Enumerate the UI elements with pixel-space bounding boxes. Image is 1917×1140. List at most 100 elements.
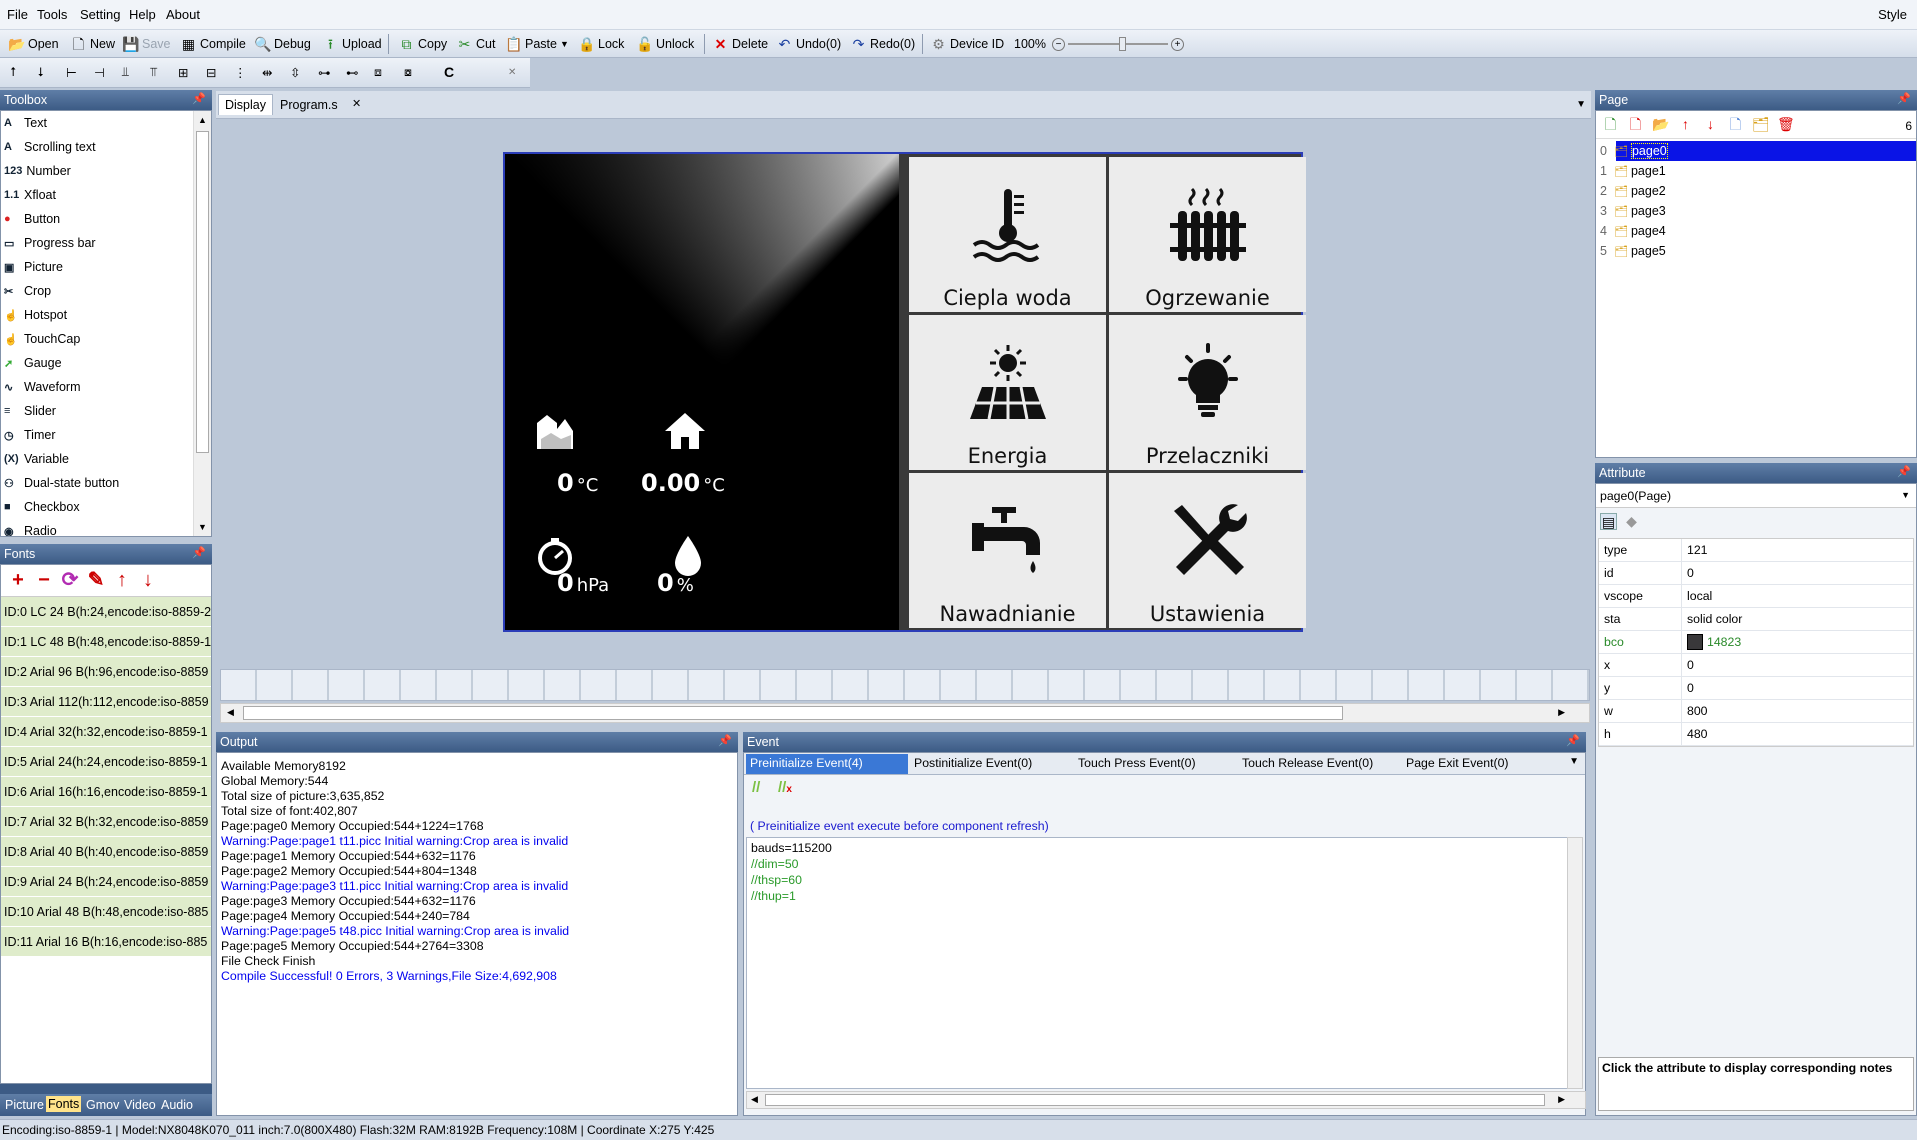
device-id-button[interactable]: ⚙ Device ID: [930, 34, 1004, 54]
toolbox-scrollbar[interactable]: ▲ ▼: [193, 111, 211, 536]
toolbox-item[interactable]: ◷ Timer: [1, 423, 211, 447]
edit-font-icon[interactable]: ✎: [83, 570, 109, 590]
toolbox-item[interactable]: A Text: [1, 111, 211, 135]
tab-list-chevron-icon[interactable]: ▼: [1576, 99, 1586, 110]
tab-page-exit[interactable]: Page Exit Event(0): [1406, 756, 1509, 770]
canvas-hscrollbar[interactable]: ◀ ▶: [220, 703, 1590, 723]
pin-icon[interactable]: 📌: [1897, 92, 1911, 105]
chevron-down-icon[interactable]: ▼: [1901, 490, 1910, 500]
hmi-screen[interactable]: 0 °C 0.00 °C 0 hPa 0% Ciepla woda Ogrzewani…: [503, 152, 1306, 632]
font-item[interactable]: ID:4 Arial 32(h:32,encode:iso-8859-1: [1, 717, 211, 747]
space-even-v-icon[interactable]: ⊷: [346, 62, 359, 82]
menu-style[interactable]: Style: [1878, 7, 1907, 22]
save-button[interactable]: 💾 Save: [122, 34, 171, 54]
zoom-thumb[interactable]: [1119, 37, 1126, 51]
align-vcenter-icon[interactable]: ⫫: [122, 62, 129, 82]
attribute-row[interactable]: sta solid color: [1599, 608, 1913, 631]
zoom-slider[interactable]: − +: [1052, 34, 1184, 54]
attribute-row[interactable]: id 0: [1599, 562, 1913, 585]
c-button[interactable]: C: [444, 62, 454, 82]
move-down-icon[interactable]: ↓: [1702, 116, 1719, 133]
copy-button[interactable]: ⧉ Copy: [398, 34, 448, 54]
scroll-thumb[interactable]: [243, 706, 1343, 720]
upload-button[interactable]: ⭱ Upload: [322, 34, 382, 54]
redo-button[interactable]: ↷ Redo(0): [850, 34, 916, 54]
page-item[interactable]: 4 🗂 page4: [1596, 221, 1916, 241]
toolbox-item[interactable]: 1.1 Xfloat: [1, 183, 211, 207]
page-item[interactable]: 3 🗂 page3: [1596, 201, 1916, 221]
toolbox-item[interactable]: ☝ TouchCap: [1, 327, 211, 351]
menu-about[interactable]: About: [166, 7, 200, 22]
tile-energy[interactable]: Energia: [909, 315, 1106, 470]
font-item[interactable]: ID:10 Arial 48 B(h:48,encode:iso-885: [1, 897, 211, 927]
tab-gmov[interactable]: Gmov: [86, 1098, 119, 1112]
toolbox-item[interactable]: ∿ Waveform: [1, 375, 211, 399]
tab-display[interactable]: Display: [218, 94, 273, 115]
tile-heating[interactable]: Ogrzewanie: [1109, 157, 1306, 312]
page-group-icon[interactable]: 🗂: [1752, 116, 1770, 133]
font-item[interactable]: ID:11 Arial 16 B(h:16,encode:iso-885: [1, 927, 211, 957]
toolbox-item[interactable]: ■ Checkbox: [1, 495, 211, 519]
tab-postinitialize[interactable]: Postinitialize Event(0): [914, 756, 1032, 770]
scroll-down-icon[interactable]: ▼: [194, 522, 211, 532]
unlock-button[interactable]: 🔓 Unlock: [636, 34, 694, 54]
align-right-icon[interactable]: ⊣: [94, 62, 105, 82]
scroll-thumb[interactable]: [765, 1094, 1545, 1106]
align-top-icon[interactable]: ⭡: [10, 62, 16, 82]
scroll-right-icon[interactable]: ▶: [1558, 707, 1565, 718]
attribute-row[interactable]: h 480: [1599, 723, 1913, 746]
font-item[interactable]: ID:9 Arial 24 B(h:24,encode:iso-8859: [1, 867, 211, 897]
cut-button[interactable]: ✂ Cut: [456, 34, 496, 54]
toolbox-item[interactable]: ▣ Picture: [1, 255, 211, 279]
page-item[interactable]: 2 🗂 page2: [1596, 181, 1916, 201]
delete-page-icon[interactable]: 🗋: [1627, 116, 1644, 133]
copy-page-icon[interactable]: 🗋: [1727, 116, 1744, 133]
close-tab-icon[interactable]: ✕: [352, 97, 361, 110]
categorized-icon[interactable]: ▤: [1600, 512, 1617, 530]
toolbox-item[interactable]: ➚ Gauge: [1, 351, 211, 375]
tile-settings[interactable]: Ustawienia: [1109, 473, 1306, 628]
pin-icon[interactable]: 📌: [1897, 465, 1911, 478]
toolbox-item[interactable]: ● Button: [1, 207, 211, 231]
menu-help[interactable]: Help: [129, 7, 156, 22]
tab-touch-release[interactable]: Touch Release Event(0): [1242, 756, 1373, 770]
menu-setting[interactable]: Setting: [80, 7, 120, 22]
align-hcenter-icon[interactable]: ⫪: [150, 62, 157, 82]
open-button[interactable]: 📂 Open: [8, 34, 59, 54]
toolbox-item[interactable]: ▭ Progress bar: [1, 231, 211, 255]
toolbox-item[interactable]: A Scrolling text: [1, 135, 211, 159]
paste-button[interactable]: 📋 Paste ▼: [505, 34, 569, 54]
tile-switches[interactable]: Przelaczniki: [1109, 315, 1306, 470]
scroll-right-icon[interactable]: ▶: [1558, 1094, 1565, 1105]
tab-program[interactable]: Program.s: [280, 98, 338, 112]
toolbox-item[interactable]: ⚇ Dual-state button: [1, 471, 211, 495]
attribute-row[interactable]: bco 14823: [1599, 631, 1913, 654]
tile-irrigation[interactable]: Nawadnianie: [909, 473, 1106, 628]
delete-button[interactable]: ✕ Delete: [712, 34, 769, 54]
comment-icon[interactable]: //: [752, 779, 760, 796]
zoom-out-icon[interactable]: −: [1052, 37, 1065, 51]
align-bottom-icon[interactable]: ⭣: [38, 62, 44, 82]
tab-preinitialize[interactable]: Preinitialize Event(4): [750, 756, 863, 770]
tab-fonts[interactable]: Fonts: [46, 1096, 82, 1112]
order-back-icon[interactable]: ⧇: [404, 62, 412, 82]
font-item[interactable]: ID:6 Arial 16(h:16,encode:iso-8859-1: [1, 777, 211, 807]
move-down-icon[interactable]: ↓: [135, 570, 161, 590]
align-left-icon[interactable]: ⊢: [66, 62, 77, 82]
page-item[interactable]: 1 🗂 page1: [1596, 161, 1916, 181]
font-item[interactable]: ID:0 LC 24 B(h:24,encode:iso-8859-2: [1, 597, 211, 627]
tab-video[interactable]: Video: [124, 1098, 156, 1112]
page-item[interactable]: 5 🗂 page5: [1596, 241, 1916, 261]
add-font-icon[interactable]: +: [5, 570, 31, 590]
zoom-track[interactable]: [1068, 37, 1168, 51]
event-code-editor[interactable]: bauds=115200 //dim=50 //thsp=60 //thup=1: [746, 837, 1569, 1089]
toolbox-item[interactable]: (X) Variable: [1, 447, 211, 471]
space-h-icon[interactable]: ⇹: [262, 62, 272, 82]
attribute-row[interactable]: y0: [1599, 677, 1913, 700]
uncomment-icon[interactable]: //x: [778, 779, 792, 796]
move-up-icon[interactable]: ↑: [109, 570, 135, 590]
attribute-object-select[interactable]: page0(Page) ▼: [1596, 484, 1916, 508]
page-item[interactable]: 0 🗂 page0: [1596, 141, 1916, 161]
add-page-icon[interactable]: 🗋: [1602, 116, 1619, 133]
order-icon[interactable]: ⧈: [374, 62, 382, 82]
